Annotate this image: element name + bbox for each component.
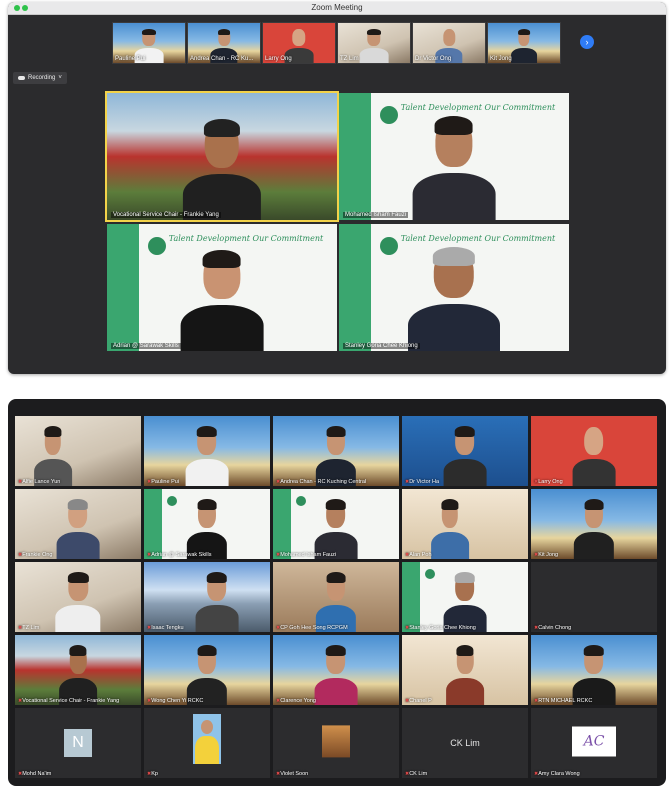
filmstrip-tile[interactable]: Andrea Chan - RC Ku... xyxy=(187,22,261,64)
sarawak-skills-logo-icon xyxy=(148,236,167,255)
participant-name: Stanley Goria Chee Khiong xyxy=(405,625,476,631)
filmstrip: Pauline Pui Andrea Chan - RC Ku... Larry… xyxy=(8,22,666,64)
participant-name: Andrea Chan - RC Ku... xyxy=(190,56,254,62)
participant-name: Alfie Lance Yun xyxy=(18,479,60,485)
video-tile[interactable]: Talent Development Our Commitment Stanle… xyxy=(339,224,569,351)
participant-name: Larry Ong xyxy=(265,56,292,62)
video-tile[interactable]: Clarence Yong xyxy=(273,635,399,705)
participant-display-name: CK Lim xyxy=(450,738,480,748)
participant-name: Clarence Yong xyxy=(276,698,316,704)
video-tile[interactable]: Chanel P xyxy=(402,635,528,705)
zoom-meeting-window-speaker-view: Zoom Meeting Pauline Pui Andrea Chan - R… xyxy=(8,2,666,374)
video-tile[interactable]: TZ Lim xyxy=(15,562,141,632)
window-titlebar: Zoom Meeting xyxy=(8,2,666,15)
participant-name: Vocational Service Chair - Frankie Yang xyxy=(111,212,221,218)
participant-name: Violet Soon xyxy=(276,771,308,777)
video-tile[interactable]: Alfie Lance Yun xyxy=(15,416,141,486)
recording-label: Recording xyxy=(28,75,56,81)
video-tile[interactable]: Pauline Pui xyxy=(144,416,270,486)
participant-name: Dr Victor Ong xyxy=(415,56,452,62)
avatar xyxy=(193,714,221,764)
participant-name: TZ Lim xyxy=(18,625,39,631)
video-tile-camera-off[interactable]: Violet Soon xyxy=(273,708,399,778)
participant-name: Alan Poh xyxy=(405,552,431,558)
avatar: AC xyxy=(572,726,616,757)
participant-name: Kit Jong xyxy=(534,552,558,558)
video-tile[interactable]: Kp xyxy=(144,708,270,778)
video-tile[interactable]: Talent Development Our Commitment Adrian… xyxy=(107,224,337,351)
participant-name: Adrian @ Sarawak Skills xyxy=(111,343,181,349)
participant-name: Vocational Service Chair - Frankie Yang xyxy=(18,698,119,704)
participant-name: TZ Lim xyxy=(340,56,359,62)
tagline: Talent Development Our Commitment xyxy=(400,103,556,113)
video-tile[interactable]: Mohamed Isham Fauzi xyxy=(273,489,399,559)
video-tile-camera-off[interactable]: CK Lim CK Lim xyxy=(402,708,528,778)
participant-name: Kp xyxy=(147,771,158,777)
video-tile[interactable]: Isaac Tengku xyxy=(144,562,270,632)
participant-name: Pauline Pui xyxy=(115,56,146,62)
video-tile[interactable]: Adrian @ Sarawak Skills xyxy=(144,489,270,559)
participant-name: RTN MICHAEL RCKC xyxy=(534,698,592,704)
filmstrip-tile[interactable]: Pauline Pui xyxy=(112,22,186,64)
avatar: N xyxy=(64,729,92,757)
video-tile[interactable]: CP Goh Hee Song RCPGM xyxy=(273,562,399,632)
tagline: Talent Development Our Commitment xyxy=(168,234,324,244)
participant-name: Kit Jong xyxy=(490,56,512,62)
window-title: Zoom Meeting xyxy=(311,3,363,12)
participant-name: Mohamed Isham Fauzi xyxy=(276,552,336,558)
video-tile[interactable]: Wong Chen Yi RCKC xyxy=(144,635,270,705)
filmstrip-tile[interactable]: Larry Ong xyxy=(262,22,336,64)
video-tile[interactable]: Stanley Goria Chee Khiong xyxy=(402,562,528,632)
participant-name: Mohd Na'im xyxy=(18,771,51,777)
participant-name: Wong Chen Yi RCKC xyxy=(147,698,203,704)
zoom-meeting-window-gallery-view: Alfie Lance Yun Pauline Pui Andrea Chan … xyxy=(8,399,666,786)
participant-name: Pauline Pui xyxy=(147,479,179,485)
video-tile-camera-off[interactable]: Calvin Chong xyxy=(531,562,657,632)
video-tile-camera-off[interactable]: N Mohd Na'im xyxy=(15,708,141,778)
participant-name: Isaac Tengku xyxy=(147,625,183,631)
next-page-arrow-icon[interactable]: › xyxy=(580,35,594,49)
video-tile[interactable]: Larry Ong xyxy=(531,416,657,486)
video-tile[interactable]: Andrea Chan - RC Kuching Central xyxy=(273,416,399,486)
sarawak-skills-logo-icon xyxy=(380,236,399,255)
participant-name: Calvin Chong xyxy=(534,625,571,631)
video-tile[interactable]: Vocational Service Chair - Frankie Yang xyxy=(15,635,141,705)
participant-name: Mohamed Isham Fauzi xyxy=(343,212,409,218)
participant-name: Andrea Chan - RC Kuching Central xyxy=(276,479,366,485)
video-tile[interactable]: Frankie Ong xyxy=(15,489,141,559)
participant-name: Dr Victor Ha xyxy=(405,479,439,485)
filmstrip-tile[interactable]: Kit Jong xyxy=(487,22,561,64)
filmstrip-tile[interactable]: Dr Victor Ong xyxy=(412,22,486,64)
chevron-down-icon: ˅ xyxy=(58,75,62,81)
video-tile[interactable]: RTN MICHAEL RCKC xyxy=(531,635,657,705)
video-tile-camera-off[interactable]: AC Amy Clara Wong xyxy=(531,708,657,778)
avatar xyxy=(322,725,350,758)
participant-name: Adrian @ Sarawak Skills xyxy=(147,552,211,558)
video-tile-active-speaker[interactable]: Vocational Service Chair - Frankie Yang xyxy=(105,91,339,222)
video-tile[interactable]: Alan Poh xyxy=(402,489,528,559)
cloud-icon xyxy=(18,76,25,80)
participant-name: Stanley Goria Chee Khiong xyxy=(343,343,420,349)
video-tile[interactable]: Dr Victor Ha xyxy=(402,416,528,486)
sarawak-skills-logo-icon xyxy=(380,105,399,124)
participant-name: Larry Ong xyxy=(534,479,562,485)
filmstrip-tile[interactable]: TZ Lim xyxy=(337,22,411,64)
video-tile[interactable]: Talent Development Our Commitment Mohame… xyxy=(339,93,569,220)
participant-name: CP Goh Hee Song RCPGM xyxy=(276,625,347,631)
participant-name: Frankie Ong xyxy=(18,552,52,558)
participant-name: Chanel P xyxy=(405,698,432,704)
sarawak-skills-logo-icon xyxy=(424,569,435,579)
participant-name: CK Lim xyxy=(405,771,427,777)
sarawak-skills-logo-icon xyxy=(295,496,306,506)
video-tile[interactable]: Kit Jong xyxy=(531,489,657,559)
participant-name: Amy Clara Wong xyxy=(534,771,579,777)
recording-indicator[interactable]: Recording ˅ xyxy=(13,72,67,84)
tagline: Talent Development Our Commitment xyxy=(400,234,556,244)
sarawak-skills-logo-icon xyxy=(166,496,177,506)
